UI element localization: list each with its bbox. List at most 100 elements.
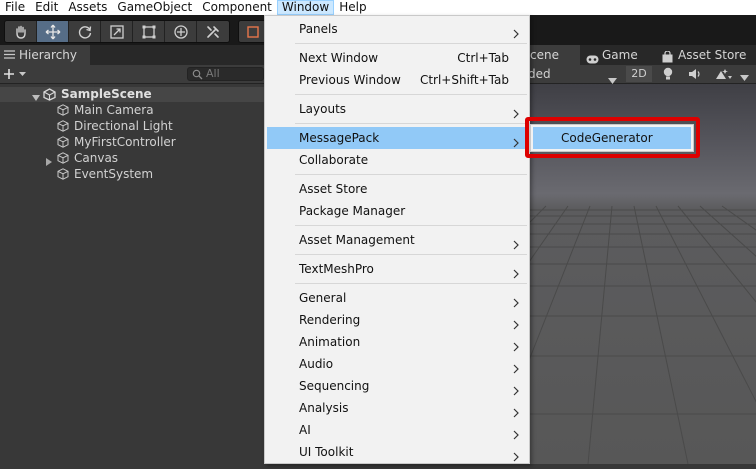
tab-scene-label: cene xyxy=(530,48,559,62)
menu-item-collaborate[interactable]: Collaborate xyxy=(267,149,527,171)
menu-item-previous-window[interactable]: Previous Window Ctrl+Shift+Tab xyxy=(267,69,527,91)
menu-item-label: Previous Window xyxy=(299,73,401,87)
menu-item-label: Analysis xyxy=(299,401,349,415)
menu-item-analysis[interactable]: Analysis xyxy=(267,397,527,419)
chevron-right-icon xyxy=(513,315,519,330)
hierarchy-item-canvas[interactable]: Canvas xyxy=(0,150,264,166)
chevron-right-icon xyxy=(513,381,519,396)
hierarchy-toolbar: All xyxy=(0,65,264,84)
menu-help[interactable]: Help xyxy=(334,0,371,15)
menu-item-label: UI Toolkit xyxy=(299,445,354,459)
menu-file[interactable]: File xyxy=(0,0,30,15)
effects-toggle-icon[interactable] xyxy=(714,67,732,84)
menu-item-label: General xyxy=(299,291,347,305)
chevron-right-icon xyxy=(513,104,519,119)
move-tool-icon[interactable] xyxy=(37,21,69,42)
menu-item-label: Layouts xyxy=(299,102,347,116)
rect-tool-icon[interactable] xyxy=(133,21,165,42)
menu-separator xyxy=(295,43,527,44)
menu-item-label: AI xyxy=(299,423,311,437)
menu-component[interactable]: Component xyxy=(197,0,277,15)
scene-toolbar: ded 2D xyxy=(528,65,756,84)
pivot-toggle-icon[interactable] xyxy=(239,21,267,42)
scene-row[interactable]: SampleScene xyxy=(0,87,264,102)
chevron-down-icon[interactable] xyxy=(740,70,749,84)
menu-item-audio[interactable]: Audio xyxy=(267,353,527,375)
menu-separator xyxy=(295,94,527,95)
toggle-2d-button[interactable]: 2D xyxy=(626,66,652,82)
hierarchy-item-label: Directional Light xyxy=(74,119,173,133)
hierarchy-item-label: Canvas xyxy=(74,151,119,165)
audio-toggle-icon[interactable] xyxy=(688,68,702,83)
menu-item-animation[interactable]: Animation xyxy=(267,331,527,353)
menu-item-panels[interactable]: Panels xyxy=(267,18,527,40)
hierarchy-item-myfirstcontroller[interactable]: MyFirstController xyxy=(0,134,264,150)
search-placeholder: All xyxy=(206,67,220,80)
hierarchy-item-directional-light[interactable]: Directional Light xyxy=(0,118,264,134)
chevron-right-icon xyxy=(513,24,519,39)
menu-item-label: Collaborate xyxy=(299,153,369,167)
tab-asset-store-label: Asset Store xyxy=(678,48,747,62)
hierarchy-list-icon xyxy=(4,48,15,62)
menu-item-general[interactable]: General xyxy=(267,287,527,309)
tab-asset-store[interactable]: Asset Store xyxy=(662,45,756,65)
chevron-right-icon xyxy=(513,425,519,440)
menu-item-label: Next Window xyxy=(299,51,379,65)
transform-tool-icon[interactable] xyxy=(165,21,197,42)
menu-item-package-manager[interactable]: Package Manager xyxy=(267,200,527,222)
shading-mode-dropdown[interactable]: ded xyxy=(528,65,622,84)
menu-item-asset-store[interactable]: Asset Store xyxy=(267,178,527,200)
menu-item-label: TextMeshPro xyxy=(299,262,374,276)
tab-scene[interactable]: cene xyxy=(528,45,580,65)
menu-item-ai[interactable]: AI xyxy=(267,419,527,441)
custom-tool-icon[interactable] xyxy=(197,21,229,42)
menu-separator xyxy=(295,225,527,226)
menu-item-shortcut: Ctrl+Shift+Tab xyxy=(419,73,509,87)
hierarchy-item-eventsystem[interactable]: EventSystem xyxy=(0,166,264,182)
menu-item-label: Sequencing xyxy=(299,379,370,393)
menu-edit[interactable]: Edit xyxy=(30,0,63,15)
menu-item-layouts[interactable]: Layouts xyxy=(267,98,527,120)
menu-item-label: Asset Store xyxy=(299,182,368,196)
menu-item-label: Animation xyxy=(299,335,361,349)
menu-item-next-window[interactable]: Next Window Ctrl+Tab xyxy=(267,47,527,69)
scale-tool-icon[interactable] xyxy=(101,21,133,42)
chevron-right-icon xyxy=(513,337,519,352)
rotate-tool-icon[interactable] xyxy=(69,21,101,42)
toggle-2d-label: 2D xyxy=(631,67,647,80)
menu-item-label: Package Manager xyxy=(299,204,406,218)
hierarchy-item-label: EventSystem xyxy=(74,167,154,181)
menu-item-label: Rendering xyxy=(299,313,361,327)
menu-item-label: Audio xyxy=(299,357,334,371)
tab-game-label: Game xyxy=(602,48,638,62)
gameobject-cube-icon xyxy=(57,168,69,184)
menu-window[interactable]: Window xyxy=(276,0,335,15)
menu-item-asset-management[interactable]: Asset Management xyxy=(267,229,527,251)
hierarchy-tab-label: Hierarchy xyxy=(19,48,78,62)
window-menu-dropdown: Panels Next Window Ctrl+Tab Previous Win… xyxy=(264,15,530,464)
menu-item-label: MessagePack xyxy=(299,131,380,145)
hierarchy-list: SampleScene Main Camera Directional Ligh… xyxy=(0,84,264,464)
menu-item-ui-toolkit[interactable]: UI Toolkit xyxy=(267,441,527,463)
lighting-toggle-icon[interactable] xyxy=(662,67,674,84)
menu-item-messagepack[interactable]: MessagePack xyxy=(267,127,527,149)
hierarchy-search-input[interactable]: All xyxy=(187,67,264,81)
chevron-right-icon xyxy=(513,293,519,308)
tab-hierarchy[interactable]: Hierarchy xyxy=(0,45,90,65)
menu-item-label: Panels xyxy=(299,22,338,36)
menu-separator xyxy=(295,283,527,284)
menu-gameobject[interactable]: GameObject xyxy=(112,0,197,15)
menu-assets[interactable]: Assets xyxy=(63,0,112,15)
hand-tool-icon[interactable] xyxy=(5,21,37,42)
scene-name: SampleScene xyxy=(61,87,152,101)
menu-item-textmeshpro[interactable]: TextMeshPro xyxy=(267,258,527,280)
chevron-right-icon xyxy=(513,403,519,418)
menu-item-rendering[interactable]: Rendering xyxy=(267,309,527,331)
chevron-right-icon xyxy=(513,447,519,462)
search-icon xyxy=(192,69,203,83)
create-dropdown-button[interactable] xyxy=(3,67,29,84)
hierarchy-item-label: MyFirstController xyxy=(74,135,176,149)
chevron-right-icon xyxy=(513,133,519,148)
menu-item-sequencing[interactable]: Sequencing xyxy=(267,375,527,397)
hierarchy-item-main-camera[interactable]: Main Camera xyxy=(0,102,264,118)
